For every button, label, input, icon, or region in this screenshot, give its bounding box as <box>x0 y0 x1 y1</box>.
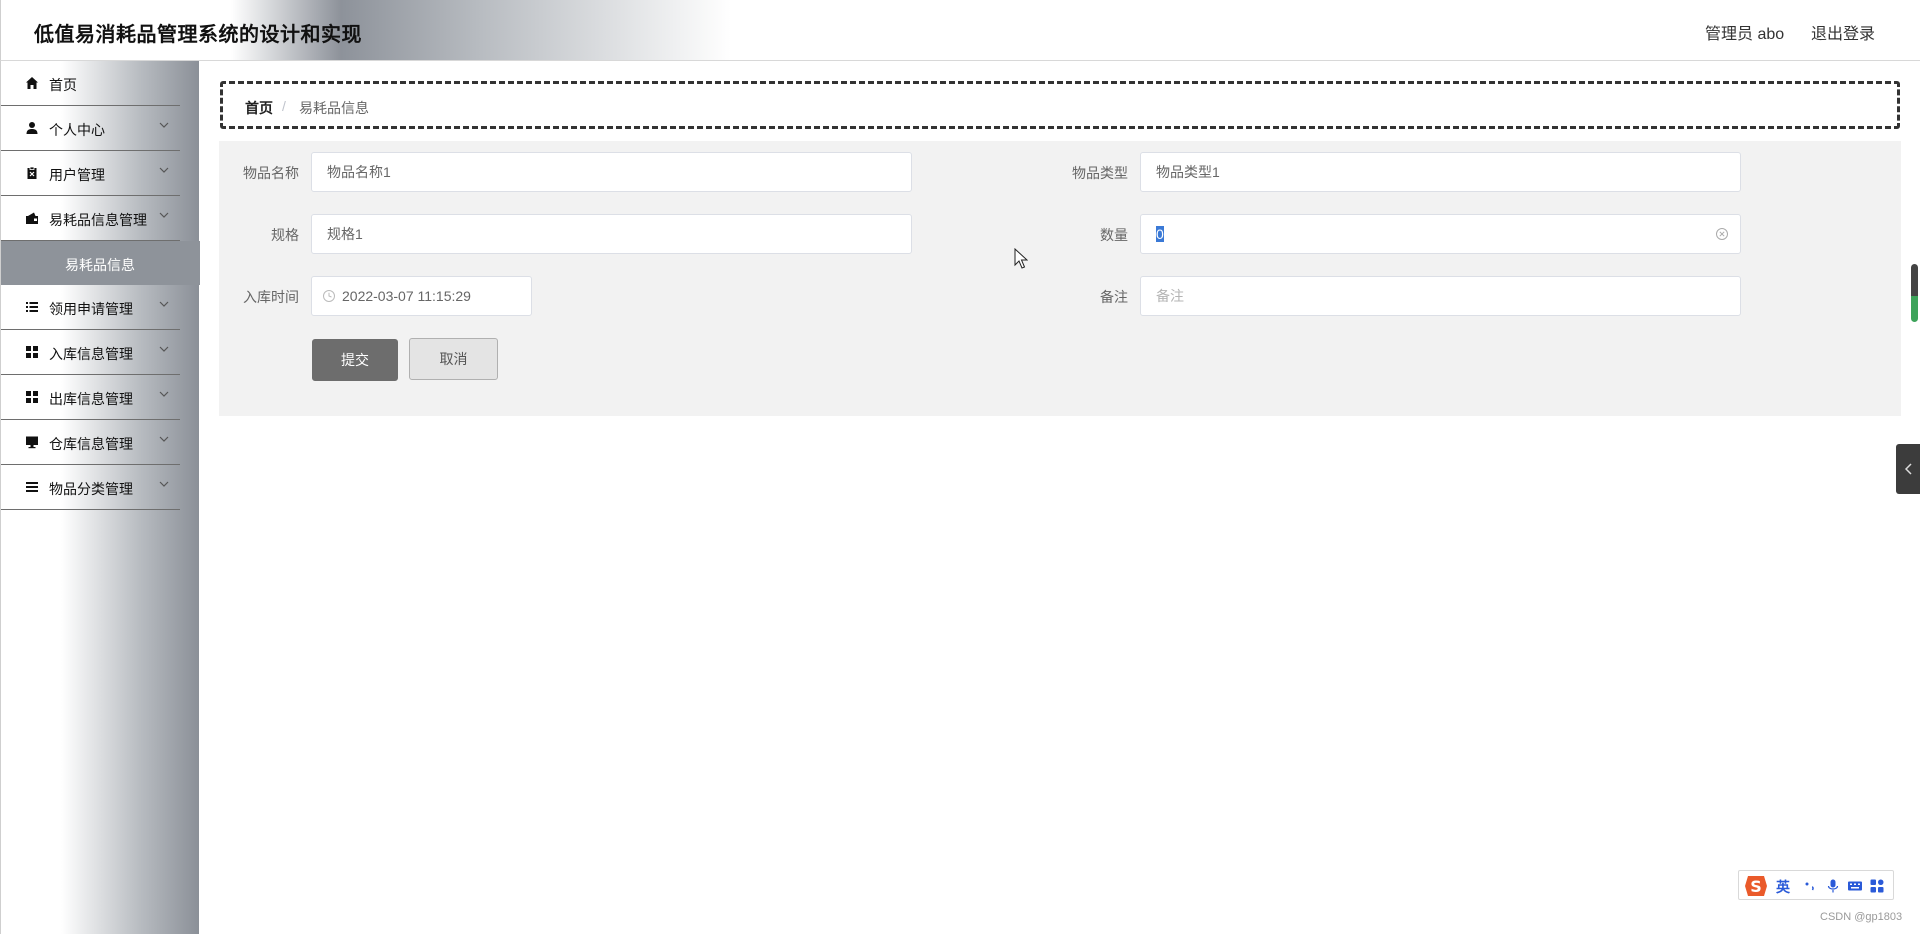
sidebar-item-outbound-management[interactable]: 出库信息管理 <box>1 375 180 420</box>
chevron-down-icon <box>159 301 169 307</box>
breadcrumb: 首页 / 易耗品信息 <box>220 81 1900 129</box>
spec-input[interactable] <box>311 214 912 254</box>
clock-icon <box>323 290 335 302</box>
current-user: 管理员 abo <box>1705 26 1785 43</box>
chevron-down-icon <box>159 122 169 128</box>
clipboard-icon <box>27 166 37 179</box>
remark-input[interactable] <box>1140 276 1741 316</box>
watermark-text: CSDN @gp1803 <box>1820 911 1903 923</box>
chevron-down-icon <box>159 391 169 397</box>
monitor-icon <box>26 436 38 449</box>
quantity-label: 数量 <box>1100 227 1128 243</box>
inbound-time-field <box>311 276 532 316</box>
chevron-left-icon <box>1904 463 1912 475</box>
microphone-icon[interactable] <box>1825 878 1841 894</box>
sidebar-item-requisition-management[interactable]: 领用申请管理 <box>1 285 180 330</box>
sidebar-item-label: 物品分类管理 <box>49 481 133 497</box>
sogou-logo-icon[interactable]: S <box>1742 873 1770 899</box>
item-type-input[interactable] <box>1140 152 1741 192</box>
spec-label: 规格 <box>271 227 299 243</box>
breadcrumb-home[interactable]: 首页 <box>245 98 273 118</box>
svg-text:S: S <box>1750 877 1762 896</box>
cancel-button[interactable]: 取消 <box>409 338 498 380</box>
chevron-down-icon <box>159 436 169 442</box>
scrollbar-thumb[interactable] <box>1911 264 1918 322</box>
top-header: 低值易消耗品管理系统的设计和实现 管理员 abo 退出登录 <box>0 0 1920 61</box>
sidebar-item-label: 出库信息管理 <box>49 391 133 407</box>
breadcrumb-separator: / <box>282 98 286 114</box>
menu-icon <box>26 482 38 492</box>
app-title: 低值易消耗品管理系统的设计和实现 <box>34 24 362 46</box>
inbound-time-input[interactable] <box>311 276 532 316</box>
list-icon <box>26 302 38 312</box>
wallet-icon <box>26 212 38 224</box>
sidebar-subitem-consumables-info[interactable]: 易耗品信息 <box>1 241 200 285</box>
inbound-time-label: 入库时间 <box>243 289 299 305</box>
chevron-down-icon <box>159 346 169 352</box>
ime-language[interactable]: 英 <box>1776 877 1790 897</box>
clear-icon[interactable] <box>1715 227 1729 241</box>
chevron-down-icon <box>159 167 169 173</box>
submit-button[interactable]: 提交 <box>312 339 398 381</box>
sidebar-item-user-management[interactable]: 用户管理 <box>1 151 180 196</box>
item-name-input[interactable] <box>311 152 912 192</box>
home-icon <box>26 77 38 89</box>
sidebar-item-inbound-management[interactable]: 入库信息管理 <box>1 330 180 375</box>
sidebar-item-label: 易耗品信息管理 <box>49 212 147 228</box>
user-icon <box>26 122 38 134</box>
quantity-field: 0 <box>1140 214 1741 254</box>
logout-link[interactable]: 退出登录 <box>1811 20 1875 44</box>
mouse-cursor-icon <box>1014 248 1028 269</box>
grid-icon <box>26 346 38 358</box>
sidebar-item-home[interactable]: 首页 <box>1 61 180 106</box>
sidebar-item-label: 个人中心 <box>49 122 105 138</box>
sidebar-item-consumables-management[interactable]: 易耗品信息管理 <box>1 196 180 241</box>
sidebar: 首页 个人中心 用户管理 易耗品信息管理 易耗品信息 领用申请管理 入库信息管理… <box>0 61 200 934</box>
quantity-input[interactable] <box>1140 214 1741 254</box>
chevron-up-icon <box>159 212 169 218</box>
punctuation-icon[interactable] <box>1803 878 1819 894</box>
sidebar-item-label: 入库信息管理 <box>49 346 133 362</box>
chevron-down-icon <box>159 481 169 487</box>
sidebar-item-label: 仓库信息管理 <box>49 436 133 452</box>
sidebar-item-label: 领用申请管理 <box>49 301 133 317</box>
ime-toolbar: S 英 <box>1738 870 1894 900</box>
collapse-panel-tab[interactable] <box>1896 444 1920 494</box>
remark-label: 备注 <box>1100 289 1128 305</box>
sidebar-item-warehouse-management[interactable]: 仓库信息管理 <box>1 420 180 465</box>
sidebar-item-category-management[interactable]: 物品分类管理 <box>1 465 180 510</box>
sidebar-item-label: 首页 <box>49 77 77 93</box>
toolbox-icon[interactable] <box>1869 878 1885 894</box>
item-type-label: 物品类型 <box>1072 165 1128 181</box>
sidebar-item-personal-center[interactable]: 个人中心 <box>1 106 180 151</box>
keyboard-icon[interactable] <box>1847 878 1863 894</box>
grid-icon <box>26 391 38 403</box>
sidebar-subitem-label: 易耗品信息 <box>65 257 135 273</box>
item-name-label: 物品名称 <box>243 165 299 181</box>
breadcrumb-current: 易耗品信息 <box>299 100 369 116</box>
quantity-value: 0 <box>1156 226 1164 242</box>
sidebar-item-label: 用户管理 <box>49 167 105 183</box>
